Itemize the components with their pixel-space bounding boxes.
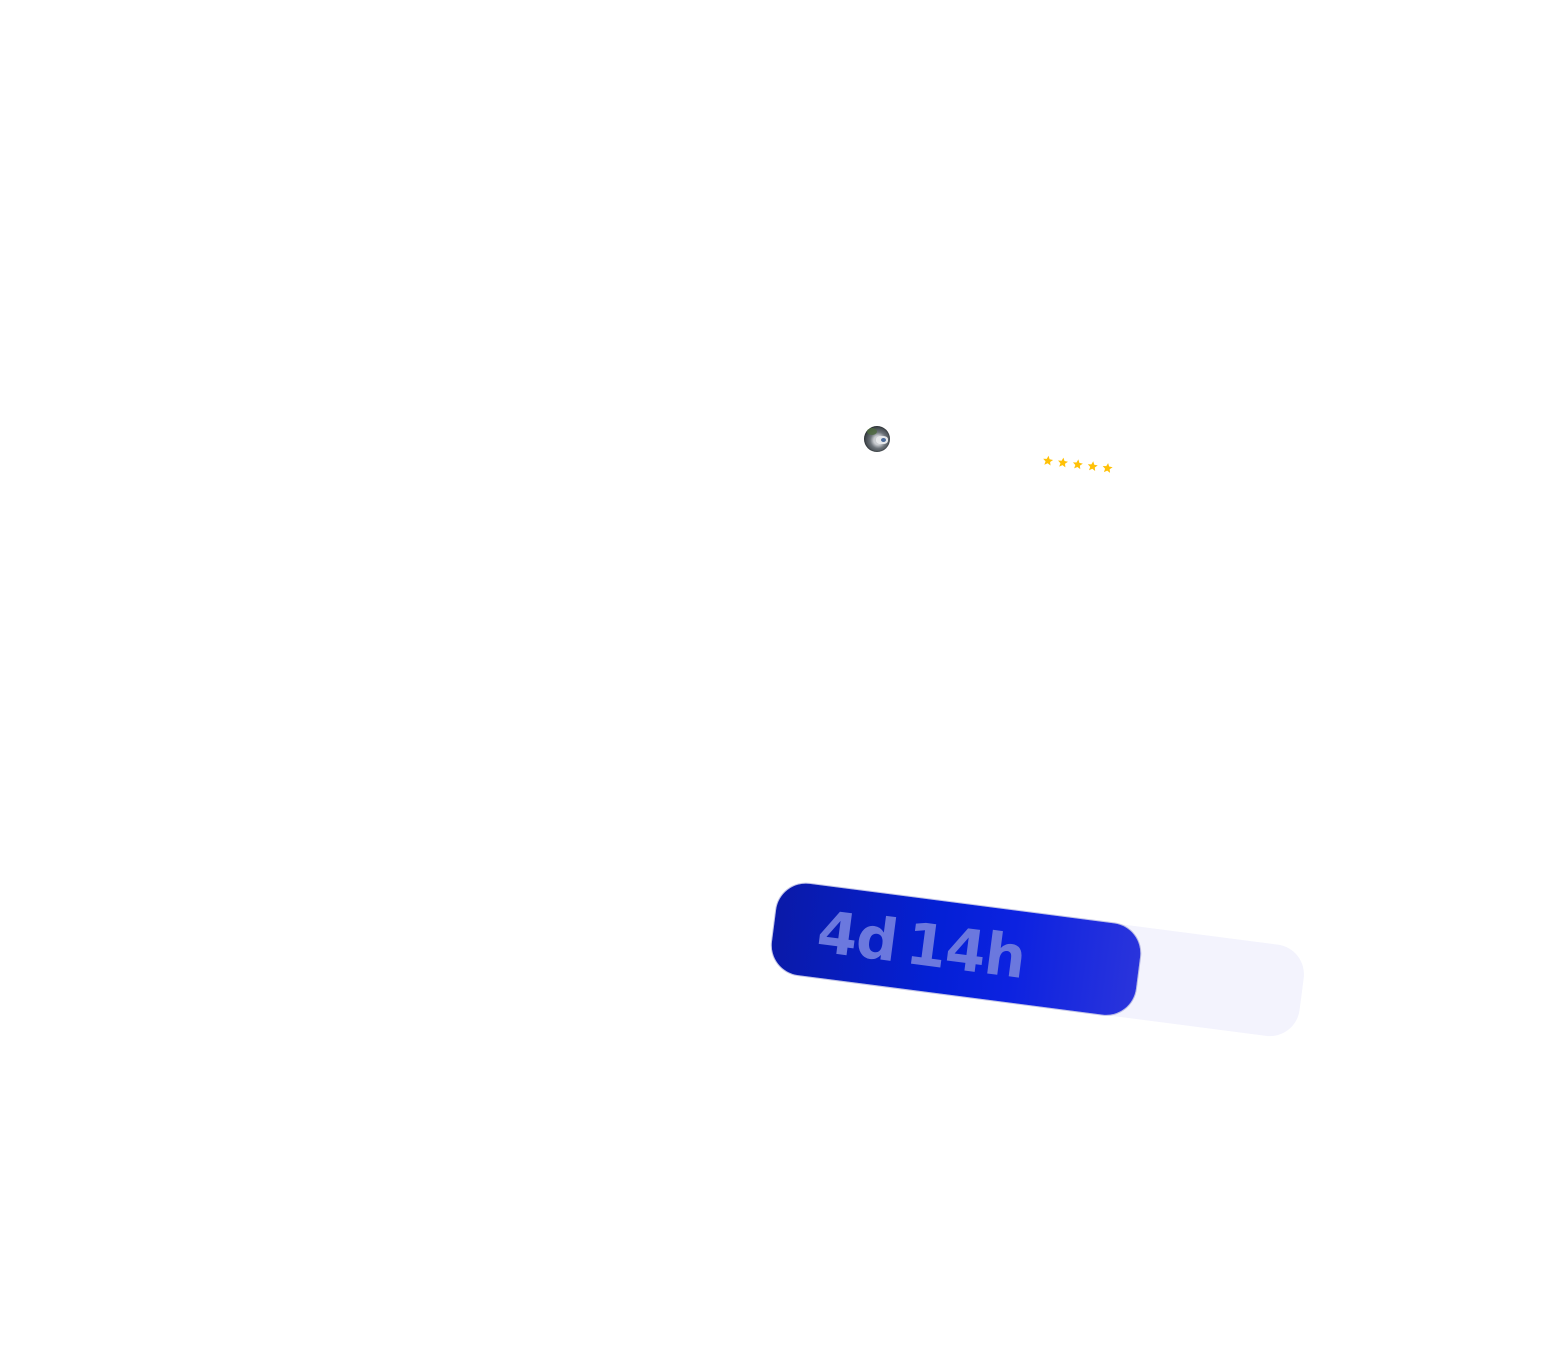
countdown-progress-bar: 4d14h [768,880,1308,1040]
star-icon [1072,459,1083,470]
star-icon [1087,461,1098,472]
countdown-days: 4d [813,897,902,976]
star-icon [1058,457,1068,468]
star-rating [1041,450,1123,480]
star-icon [1102,463,1113,473]
avatar-photo-detail [881,438,886,442]
avatar-photo-detail [867,428,877,435]
avatar[interactable] [864,426,890,452]
star-icon [1043,455,1054,466]
